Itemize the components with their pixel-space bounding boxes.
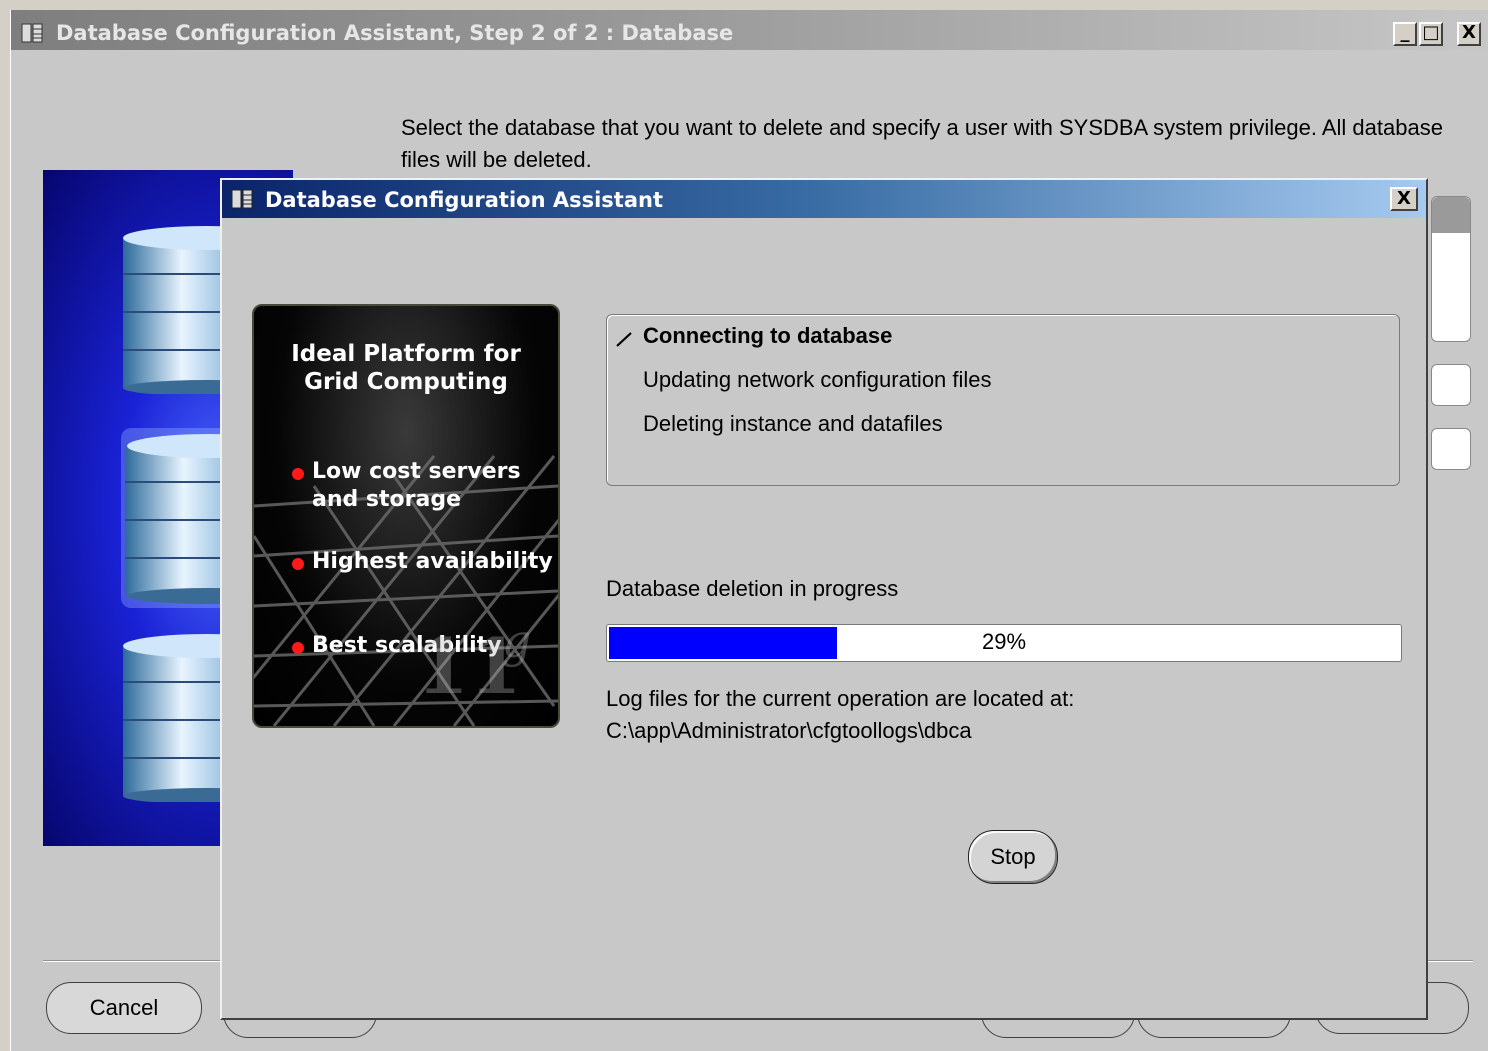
progress-bar: 29% [606, 624, 1402, 662]
steps-panel: Connecting to database Updating network … [606, 314, 1400, 486]
log-location-label: Log files for the current operation are … [606, 686, 1075, 711]
in-progress-check-icon [616, 332, 632, 347]
database-list[interactable] [1431, 196, 1471, 342]
promo-bullet-line: and storage [312, 487, 462, 512]
main-close-button[interactable]: X [1457, 22, 1481, 46]
app-icon [21, 23, 43, 43]
dialog-close-button[interactable]: X [1390, 187, 1418, 211]
cancel-button[interactable]: Cancel [46, 982, 202, 1034]
maximize-button[interactable]: □ [1419, 22, 1443, 46]
bullet-dot-icon [292, 642, 304, 654]
progress-label: Database deletion in progress [606, 576, 899, 601]
logo-g: g [502, 614, 532, 668]
promo-bullet: Low cost servers and storage [312, 458, 521, 514]
bullet-dot-icon [292, 558, 304, 570]
promo-heading: Ideal Platform for Grid Computing [254, 340, 558, 396]
main-window-title: Database Configuration Assistant, Step 2… [56, 21, 734, 45]
progress-percent: 29% [981, 629, 1027, 654]
stop-button[interactable]: Stop [968, 830, 1058, 884]
main-window-titlebar[interactable]: Database Configuration Assistant, Step 2… [11, 10, 1488, 50]
oracle-11g-promo-image: Ideal Platform for Grid Computing Low co… [252, 304, 560, 728]
progress-dialog: Database Configuration Assistant X Ideal… [220, 178, 1428, 1020]
step-item: Updating network configuration files [643, 367, 992, 392]
bullet-dot-icon [292, 468, 304, 480]
minimize-button[interactable]: _ [1393, 22, 1417, 46]
promo-heading-line: Grid Computing [304, 369, 508, 395]
dialog-title: Database Configuration Assistant [265, 188, 664, 212]
database-list-header [1432, 197, 1470, 233]
promo-bullet-line: Low cost servers [312, 459, 521, 484]
step-item: Deleting instance and datafiles [643, 411, 943, 436]
dialog-titlebar[interactable]: Database Configuration Assistant X [222, 180, 1426, 218]
promo-bullet: Highest availability [312, 549, 553, 574]
step-item: Connecting to database [643, 323, 893, 348]
log-location-path: C:\app\Administrator\cfgtoollogs\dbca [606, 718, 972, 743]
password-field[interactable] [1431, 428, 1471, 470]
promo-heading-line: Ideal Platform for [291, 341, 521, 367]
instruction-text: Select the database that you want to del… [401, 115, 1443, 172]
app-icon [231, 189, 253, 209]
username-field[interactable] [1431, 364, 1471, 406]
